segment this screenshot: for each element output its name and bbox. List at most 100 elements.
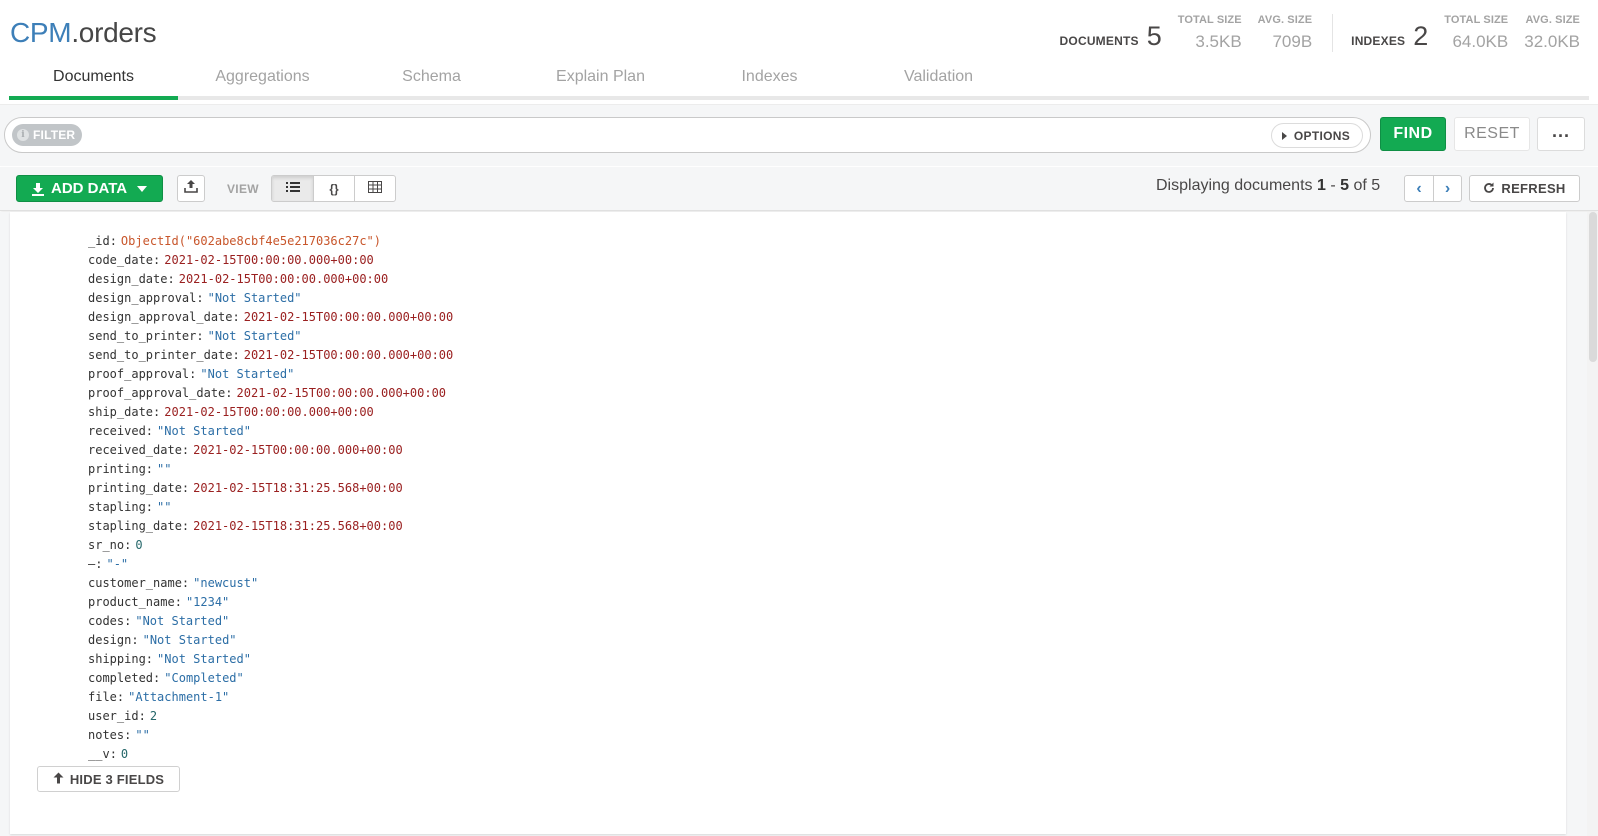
field-value: 2021-02-15T00:00:00.000+00:00 — [243, 310, 454, 324]
collection-stats: DOCUMENTS 5 TOTAL SIZE 3.5KB AVG. SIZE 7… — [1060, 14, 1580, 54]
avg-size-value: 709B — [1272, 32, 1313, 51]
document-field[interactable]: design_approval_date: 2021-02-15T00:00:00… — [88, 308, 453, 327]
document-field[interactable]: design_approval: "Not Started" — [88, 289, 453, 308]
database-name[interactable]: CPM — [10, 17, 72, 48]
document-field[interactable]: codes: "Not Started" — [88, 612, 453, 631]
document-field[interactable]: printing_date: 2021-02-15T18:31:25.568+00… — [88, 479, 453, 498]
field-value: "Not Started" — [200, 367, 295, 381]
table-view-icon — [368, 181, 382, 196]
find-button[interactable]: FIND — [1380, 117, 1446, 151]
document-field[interactable]: code_date: 2021-02-15T00:00:00.000+00:00 — [88, 251, 453, 270]
field-separator: : — [124, 728, 132, 742]
vertical-scrollbar[interactable] — [1587, 212, 1598, 836]
download-icon — [31, 182, 45, 196]
list-view-button[interactable] — [272, 176, 313, 201]
field-separator: : — [232, 348, 240, 362]
previous-page-button[interactable]: ‹ — [1405, 176, 1433, 201]
total-size-value: 64.0KB — [1452, 32, 1509, 51]
refresh-icon — [1483, 181, 1495, 197]
document-list: _id: ObjectId("602abe8cbf4e5e217036c27c")… — [0, 212, 1598, 836]
document-field[interactable]: completed: "Completed" — [88, 669, 453, 688]
document-field[interactable]: file: "Attachment-1" — [88, 688, 453, 707]
tab-documents[interactable]: Documents — [9, 64, 178, 100]
paging-of: of — [1349, 177, 1372, 194]
document-card[interactable]: _id: ObjectId("602abe8cbf4e5e217036c27c")… — [10, 212, 1566, 834]
stats-divider — [1332, 14, 1334, 52]
total-size-value: 3.5KB — [1195, 32, 1242, 51]
field-key: file — [88, 690, 117, 704]
document-field[interactable]: proof_approval: "Not Started" — [88, 365, 453, 384]
field-key: design — [88, 633, 132, 647]
field-key: proof_approval — [88, 367, 190, 381]
paging-dash: - — [1325, 177, 1341, 194]
paging-start: 1 — [1316, 177, 1326, 194]
paging-info: Displaying documents 1 - 5 of 5 — [1156, 177, 1380, 195]
document-field[interactable]: notes: "" — [88, 726, 453, 745]
field-separator: : — [181, 519, 190, 533]
field-value: 2021-02-15T00:00:00.000+00:00 — [164, 253, 374, 267]
document-field[interactable]: product_name: "1234" — [88, 593, 453, 612]
collection-tabs: Documents Aggregations Schema Explain Pl… — [9, 64, 1589, 100]
document-field[interactable]: ship_date: 2021-02-15T00:00:00.000+00:00 — [88, 403, 453, 422]
hide-fields-button[interactable]: HIDE 3 FIELDS — [37, 766, 180, 792]
document-field[interactable]: sr_no: 0 — [88, 536, 453, 555]
field-separator: : — [181, 576, 190, 590]
document-field[interactable]: design_date: 2021-02-15T00:00:00.000+00:0… — [88, 270, 453, 289]
document-field[interactable]: stapling: "" — [88, 498, 453, 517]
document-field[interactable]: send_to_printer_date: 2021-02-15T00:00:00… — [88, 346, 453, 365]
documents-stat: DOCUMENTS 5 — [1060, 21, 1162, 51]
json-view-button[interactable]: {} — [313, 176, 354, 201]
documents-toolbar: ADD DATA VIEW {} Displaying documents 1 … — [0, 167, 1598, 211]
document-field[interactable]: user_id: 2 — [88, 707, 453, 726]
options-button[interactable]: OPTIONS — [1270, 123, 1363, 148]
field-key: printing_date — [88, 481, 182, 495]
field-separator: : — [109, 234, 117, 248]
documents-count: 5 — [1146, 21, 1162, 51]
document-field[interactable]: received_date: 2021-02-15T00:00:00.000+00… — [88, 441, 453, 460]
add-data-button[interactable]: ADD DATA — [16, 175, 163, 202]
filter-input[interactable]: i FILTER OPTIONS — [4, 117, 1371, 153]
chevron-down-icon — [137, 185, 148, 192]
reset-button[interactable]: RESET — [1454, 117, 1530, 151]
field-separator: : — [174, 595, 182, 609]
indexes-count: 2 — [1413, 21, 1429, 51]
document-field[interactable]: _id: ObjectId("602abe8cbf4e5e217036c27c") — [88, 232, 453, 251]
collection-name: .orders — [71, 17, 157, 48]
document-field[interactable]: stapling_date: 2021-02-15T18:31:25.568+00… — [88, 517, 453, 536]
field-separator: : — [153, 671, 161, 685]
document-field[interactable]: design: "Not Started" — [88, 631, 453, 650]
field-value: 0 — [135, 538, 143, 552]
document-field[interactable]: printing: "" — [88, 460, 453, 479]
field-value: "newcust" — [193, 576, 259, 590]
paging-prefix: Displaying documents — [1156, 177, 1317, 194]
tab-aggregations[interactable]: Aggregations — [178, 64, 347, 96]
tab-indexes[interactable]: Indexes — [685, 64, 854, 96]
document-field[interactable]: received: "Not Started" — [88, 422, 453, 441]
field-separator: : — [109, 747, 117, 761]
more-options-button[interactable]: ... — [1537, 117, 1585, 151]
document-fields: _id: ObjectId("602abe8cbf4e5e217036c27c")… — [88, 232, 453, 764]
scrollbar-thumb[interactable] — [1589, 212, 1597, 362]
field-separator: : — [153, 405, 161, 419]
tab-validation[interactable]: Validation — [854, 64, 1023, 96]
next-page-button[interactable]: › — [1433, 176, 1461, 201]
field-key: __v — [88, 747, 110, 761]
table-view-button[interactable] — [354, 176, 395, 201]
info-icon: i — [17, 129, 29, 141]
field-separator: : — [131, 633, 139, 647]
tab-explain-plan[interactable]: Explain Plan — [516, 64, 685, 96]
document-field[interactable]: customer_name: "newcust" — [88, 574, 453, 593]
document-field[interactable]: shipping: "Not Started" — [88, 650, 453, 669]
field-value: ObjectId("602abe8cbf4e5e217036c27c") — [120, 234, 382, 248]
document-field[interactable]: __v: 0 — [88, 745, 453, 764]
document-field[interactable]: —: "-" — [88, 555, 453, 574]
tab-schema[interactable]: Schema — [347, 64, 516, 96]
document-field[interactable]: send_to_printer: "Not Started" — [88, 327, 453, 346]
field-key: design_approval — [88, 291, 197, 305]
field-key: send_to_printer — [88, 329, 197, 343]
refresh-button[interactable]: REFRESH — [1469, 175, 1580, 202]
field-key: codes — [88, 614, 125, 628]
field-key: notes — [88, 728, 125, 742]
export-collection-button[interactable] — [177, 175, 205, 202]
document-field[interactable]: proof_approval_date: 2021-02-15T00:00:00.… — [88, 384, 453, 403]
